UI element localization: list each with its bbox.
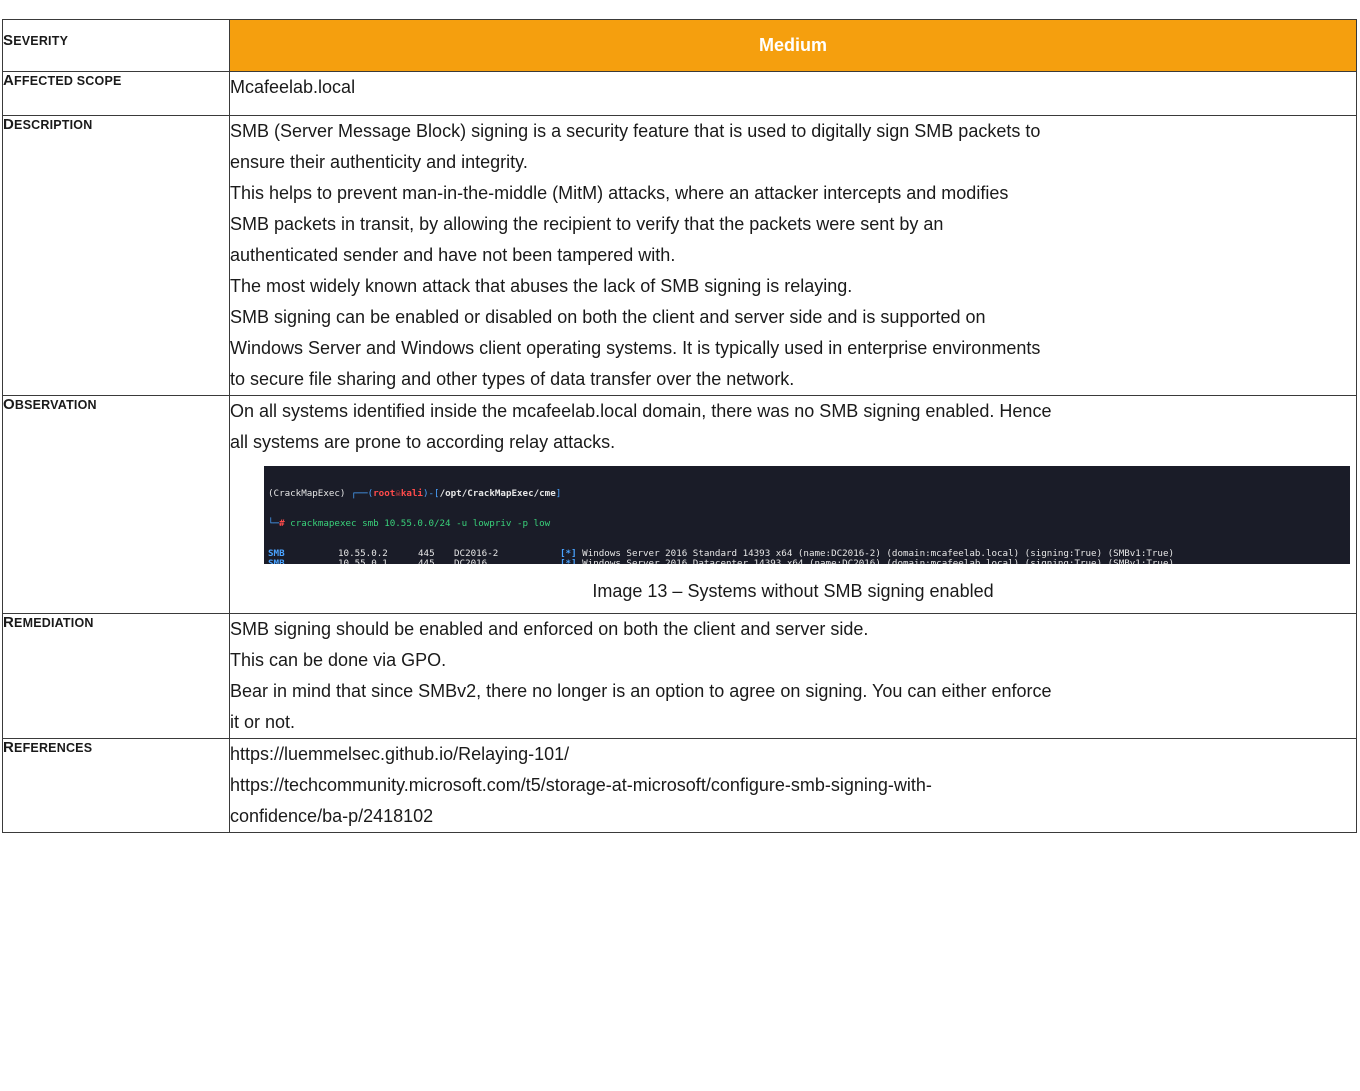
terminal-prompt: (CrackMapExec) ┌──(root☠kali)-[/opt/Crac… <box>268 488 562 499</box>
description-line: to secure file sharing and other types o… <box>230 369 795 389</box>
description-line: SMB (Server Message Block) signing is a … <box>230 121 1041 141</box>
observation-label: OBSERVATION <box>2 395 230 614</box>
description-line: Windows Server and Windows client operat… <box>230 338 1041 358</box>
remediation-row: REMEDIATION SMB signing should be enable… <box>2 613 1357 739</box>
observation-content: On all systems identified inside the mca… <box>229 395 1357 614</box>
severity-row: SEVERITY Medium <box>2 19 1357 72</box>
observation-row: OBSERVATION On all systems identified in… <box>2 395 1357 614</box>
image-caption: Image 13 – Systems without SMB signing e… <box>592 581 994 601</box>
description-line: SMB packets in transit, by allowing the … <box>230 214 944 234</box>
references-label: REFERENCES <box>2 738 230 833</box>
observation-line: On all systems identified inside the mca… <box>230 401 1052 421</box>
description-row: DESCRIPTION SMB (Server Message Block) s… <box>2 115 1357 396</box>
finding-table: SEVERITY Medium AFFECTED SCOPE Mcafeelab… <box>2 19 1357 833</box>
reference-link[interactable]: https://techcommunity.microsoft.com/t5/s… <box>230 770 1356 801</box>
terminal-output-row: SMB 10.55.0.1 445 DC2016 [*] Windows Server … <box>268 558 1175 565</box>
reference-link[interactable]: https://luemmelsec.github.io/Relaying-10… <box>230 739 1356 770</box>
references-list: https://luemmelsec.github.io/Relaying-10… <box>229 738 1357 833</box>
description-line: The most widely known attack that abuses… <box>230 276 853 296</box>
observation-line: all systems are prone to according relay… <box>230 432 616 452</box>
reference-link[interactable]: confidence/ba-p/2418102 <box>230 801 1356 832</box>
affected-scope-row: AFFECTED SCOPE Mcafeelab.local <box>2 71 1357 116</box>
remediation-line: SMB signing should be enabled and enforc… <box>230 619 869 639</box>
severity-label: SEVERITY <box>2 19 230 72</box>
severity-value: Medium <box>229 19 1357 72</box>
terminal-command: └─# crackmapexec smb 10.55.0.0/24 -u low… <box>268 518 551 529</box>
remediation-line: it or not. <box>230 712 296 732</box>
remediation-text: SMB signing should be enabled and enforc… <box>229 613 1357 739</box>
affected-scope-value: Mcafeelab.local <box>229 71 1357 116</box>
description-line: authenticated sender and have not been t… <box>230 245 676 265</box>
remediation-line: Bear in mind that since SMBv2, there no … <box>230 681 1052 701</box>
description-label: DESCRIPTION <box>2 115 230 396</box>
description-line: This helps to prevent man-in-the-middle … <box>230 183 1009 203</box>
description-line: SMB signing can be enabled or disabled o… <box>230 307 986 327</box>
description-line: ensure their authenticity and integrity. <box>230 152 528 172</box>
terminal-screenshot: (CrackMapExec) ┌──(root☠kali)-[/opt/Crac… <box>264 466 1350 564</box>
remediation-line: This can be done via GPO. <box>230 650 447 670</box>
affected-scope-label: AFFECTED SCOPE <box>2 71 230 116</box>
description-text: SMB (Server Message Block) signing is a … <box>229 115 1357 396</box>
references-row: REFERENCES https://luemmelsec.github.io/… <box>2 738 1357 833</box>
remediation-label: REMEDIATION <box>2 613 230 739</box>
